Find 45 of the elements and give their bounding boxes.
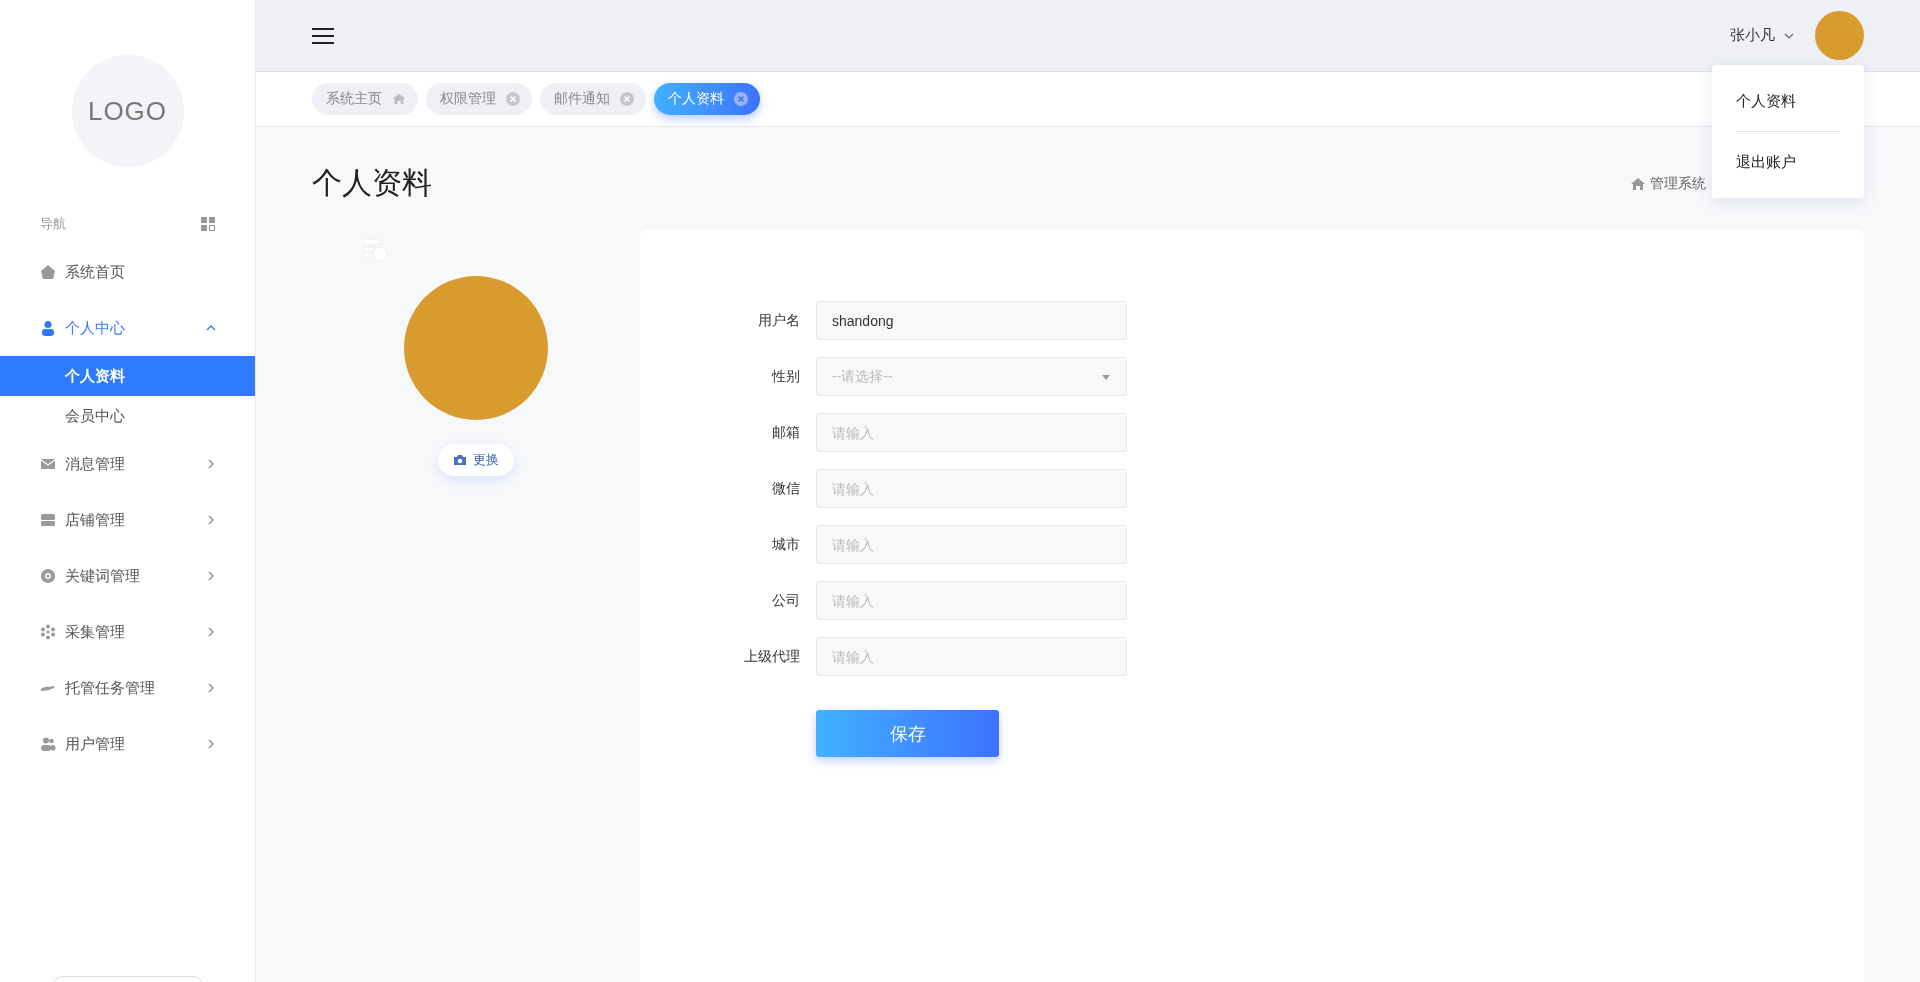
nav-item[interactable]: 关键词管理	[0, 548, 255, 604]
field-label: 邮箱	[771, 423, 800, 442]
nav-item[interactable]: 系统首页	[0, 244, 255, 300]
breadcrumb-link[interactable]: 管理系统	[1650, 174, 1706, 193]
nav-item[interactable]: 采集管理	[0, 604, 255, 660]
change-avatar-button[interactable]: 更换	[438, 444, 514, 476]
input-field[interactable]: 请输入	[816, 581, 1127, 620]
camera-icon	[453, 453, 467, 467]
close-icon[interactable]	[734, 92, 748, 106]
field-label: 上级代理	[743, 647, 800, 666]
input-field[interactable]: shandong	[816, 301, 1127, 340]
page-title: 个人资料	[312, 165, 432, 201]
store-icon	[40, 512, 56, 528]
nav-item[interactable]: 托管任务管理	[0, 660, 255, 716]
grid-icon[interactable]	[201, 217, 215, 231]
nav-subitem[interactable]: 个人资料	[0, 356, 255, 396]
dots-icon	[40, 624, 56, 640]
user-icon	[40, 320, 56, 336]
mail-icon	[40, 456, 56, 472]
field-label: 微信	[771, 479, 800, 498]
nav-item[interactable]: 个人中心	[0, 300, 255, 356]
nav-item[interactable]: 用户管理	[0, 716, 255, 772]
field-label: 性别	[770, 367, 800, 386]
logo: LOGO	[71, 55, 184, 167]
close-icon[interactable]	[620, 92, 634, 106]
menu-icon[interactable]	[312, 27, 334, 44]
input-field[interactable]: 请输入	[816, 525, 1127, 564]
disc-icon	[40, 568, 56, 584]
user-menu-button[interactable]: 张小凡	[1730, 26, 1795, 45]
input-field[interactable]: 请输入	[816, 413, 1127, 452]
field-label: 用户名	[757, 311, 800, 330]
nav-subitem[interactable]: 会员中心	[0, 396, 255, 436]
input-field[interactable]: 请输入	[816, 469, 1127, 508]
select-placeholder: --请选择--	[832, 367, 893, 386]
menu-item[interactable]: 退出账户	[1712, 136, 1864, 188]
nav-heading: 导航	[40, 215, 66, 233]
nav-item[interactable]: 消息管理	[0, 436, 255, 492]
avatar-photo-placeholder[interactable]	[1815, 11, 1864, 60]
nav-item[interactable]: 店铺管理	[0, 492, 255, 548]
field-label: 城市	[771, 535, 800, 554]
users-icon	[40, 736, 56, 752]
menu-item[interactable]: 个人资料	[1712, 75, 1864, 127]
field-label: 公司	[771, 591, 800, 610]
close-icon[interactable]	[506, 92, 520, 106]
input-field[interactable]: 请输入	[816, 637, 1127, 676]
